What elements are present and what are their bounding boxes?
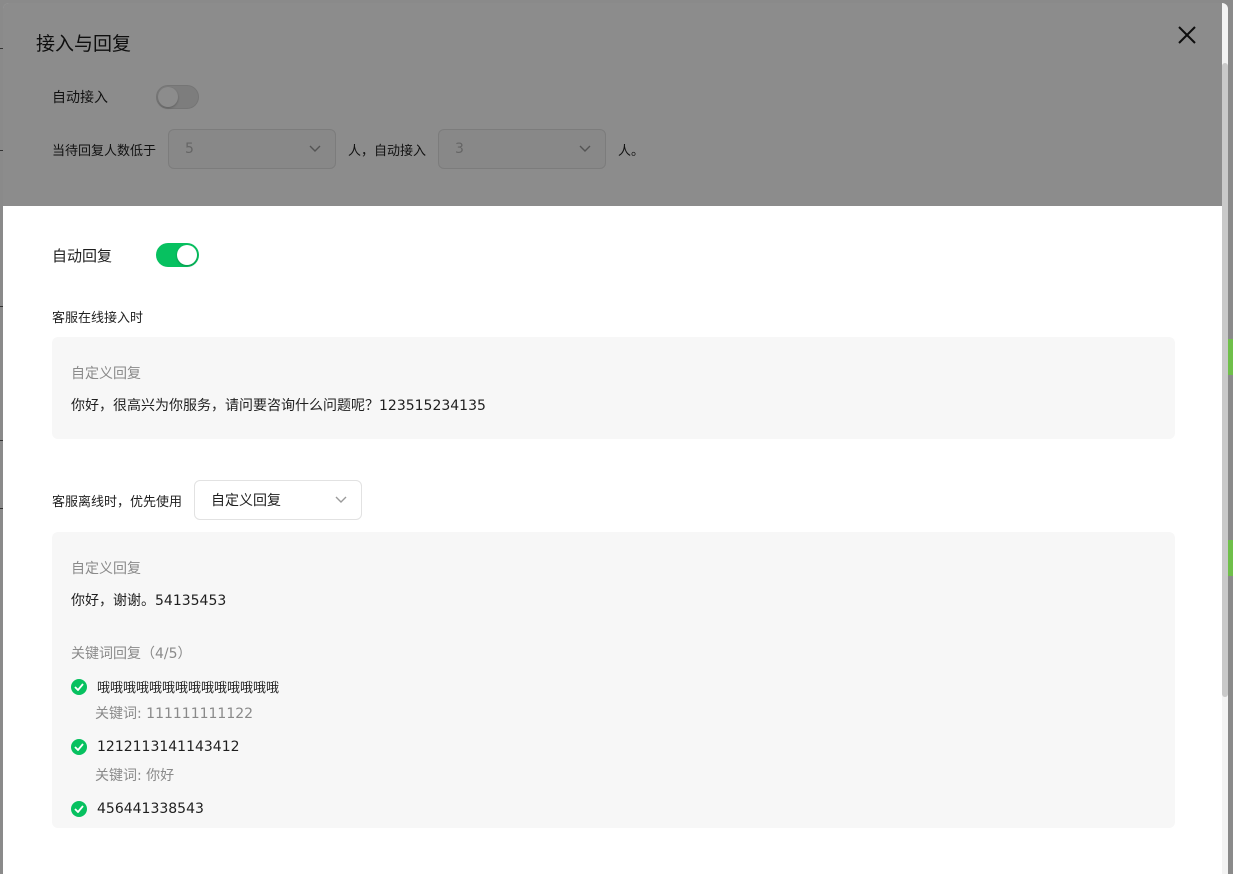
auto-access-rule-middle: 人，自动接入	[348, 143, 427, 159]
check-circle-icon	[71, 739, 87, 755]
scrollbar-thumb[interactable]	[1222, 63, 1228, 697]
check-circle-icon	[71, 801, 87, 817]
keyword-reply-item: 456441338543	[71, 801, 204, 817]
auto-reply-row: 自动回复	[52, 243, 199, 267]
auto-access-label: 自动接入	[52, 90, 108, 106]
keyword-label: 关键词: 111111111122	[95, 706, 254, 722]
online-reply-card: 自定义回复 你好，很高兴为你服务，请问要咨询什么问题呢？123515234135	[52, 337, 1175, 439]
close-icon	[1178, 26, 1196, 44]
toggle-knob	[177, 245, 197, 265]
offline-reply-select[interactable]: 自定义回复	[194, 480, 363, 520]
offline-label: 客服离线时，优先使用	[52, 494, 183, 510]
auto-access-rule-row: 当待回复人数低于 5 人，自动接入 3 人。	[52, 129, 644, 169]
chevron-down-icon	[335, 496, 347, 503]
check-circle-icon	[71, 678, 87, 695]
close-button[interactable]	[1173, 21, 1201, 49]
keyword-reply-text: 哦哦哦哦哦哦哦哦哦哦哦哦哦哦	[97, 681, 280, 696]
auto-access-rule-prefix: 当待回复人数低于	[52, 143, 157, 159]
online-reply-heading: 自定义回复	[71, 366, 141, 382]
offline-reply-heading: 自定义回复	[71, 561, 141, 577]
toggle-knob	[158, 87, 178, 107]
keyword-reply-item: 哦哦哦哦哦哦哦哦哦哦哦哦哦哦	[71, 677, 279, 696]
offline-reply-message: 你好，谢谢。54135453	[71, 593, 227, 609]
threshold-select-value: 5	[185, 141, 194, 157]
keyword-reply-text: 456441338543	[97, 801, 204, 817]
offline-reply-select-value: 自定义回复	[211, 493, 282, 509]
keyword-label: 关键词: 你好	[95, 768, 175, 784]
offline-row: 客服离线时，优先使用 自定义回复	[52, 480, 363, 520]
auto-reply-toggle[interactable]	[156, 243, 199, 267]
keyword-reply-text: 1212113141143412	[97, 739, 240, 755]
keyword-reply-item: 1212113141143412	[71, 739, 240, 755]
online-reply-message: 你好，很高兴为你服务，请问要咨询什么问题呢？123515234135	[71, 398, 486, 414]
chevron-down-icon	[579, 145, 591, 152]
dialog-title: 接入与回复	[36, 33, 132, 55]
keyword-reply-heading: 关键词回复（4/5）	[71, 646, 192, 662]
online-section-label: 客服在线接入时	[52, 311, 144, 326]
threshold-select[interactable]: 5	[168, 129, 337, 169]
offline-reply-card: 自定义回复 你好，谢谢。54135453 关键词回复（4/5） 哦哦哦哦哦哦哦哦…	[52, 532, 1175, 828]
auto-reply-label: 自动回复	[52, 246, 113, 265]
chevron-down-icon	[309, 145, 321, 152]
auto-access-toggle[interactable]	[156, 85, 199, 109]
auto-access-row: 自动接入	[52, 85, 199, 109]
count-select-value: 3	[455, 141, 464, 157]
auto-access-rule-suffix: 人。	[618, 143, 645, 159]
access-and-reply-dialog: 接入与回复 自动接入 当待回复人数低于 5 人，自动接入 3 人。 自动回复 客…	[3, 3, 1228, 874]
count-select[interactable]: 3	[438, 129, 607, 169]
